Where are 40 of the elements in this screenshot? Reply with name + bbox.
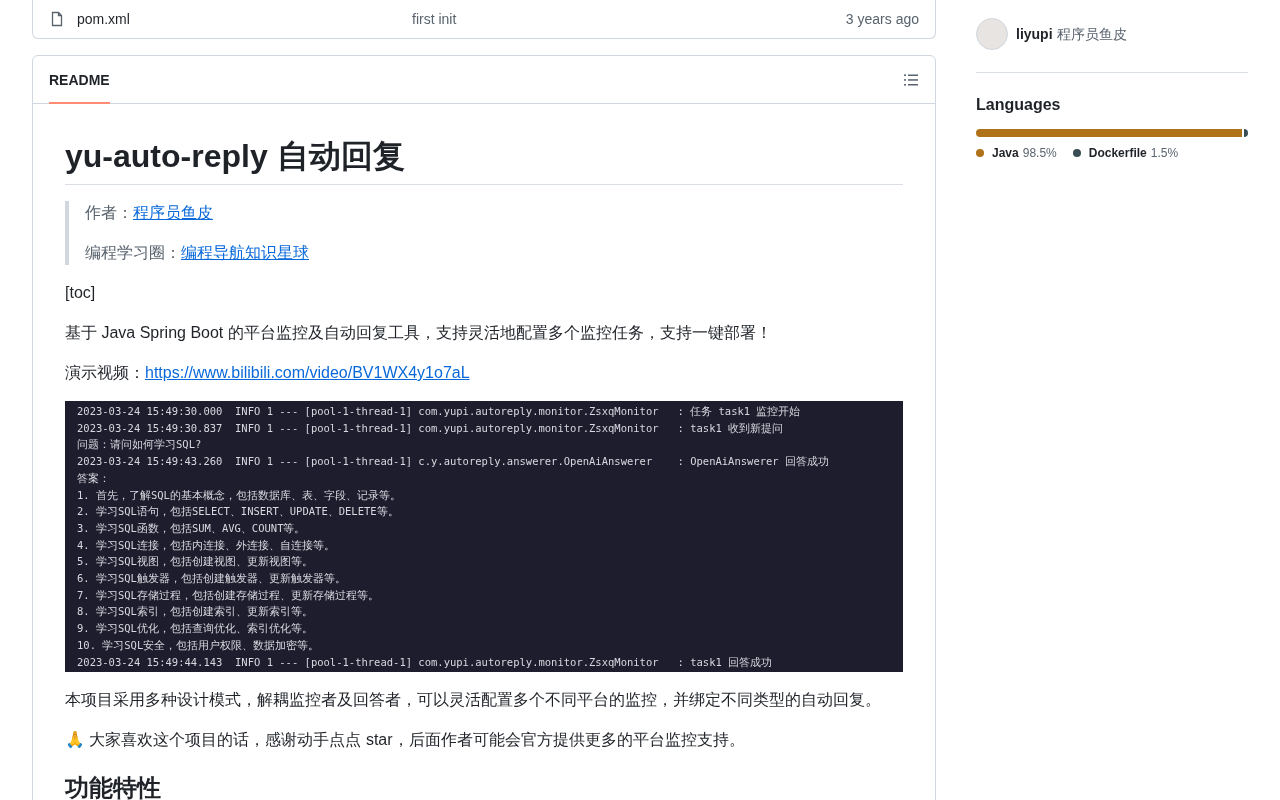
language-name[interactable]: Dockerfile xyxy=(1088,145,1147,161)
terminal-line: 2023-03-24 15:49:43.260 INFO 1 --- [pool-1-thread-1] c.y.autoreply.answerer.OpenAiAnswerer : OpenAiAnswerer 回答成功 xyxy=(77,454,830,470)
terminal-line: 答案： xyxy=(77,470,111,486)
terminal-line: 9. 学习SQL优化，包括查询优化、索引优化等。 xyxy=(77,621,314,637)
terminal-line: 5. 学习SQL视图，包括创建视图、更新视图等。 xyxy=(77,554,314,570)
toc-text: [toc] xyxy=(65,283,97,303)
terminal-line: 2023-03-24 15:49:30.000 INFO 1 --- [pool-1-thread-1] com.yupi.autoreply.monitor.ZsxqMonitor : 任务 task1 监控开始 xyxy=(77,404,802,419)
language-name[interactable]: Java xyxy=(992,145,1019,161)
quote-link[interactable]: 程序员鱼皮 xyxy=(133,201,213,225)
terminal-line: 10. 学习SQL安全，包括用户权限、数据加密等。 xyxy=(77,637,321,653)
terminal-line: 问题：请问如何学习SQL? xyxy=(77,437,203,453)
section-heading: 功能特性 xyxy=(65,773,162,800)
terminal-line: 3. 学习SQL函数，包括SUM、AVG、COUNT等。 xyxy=(77,520,307,536)
terminal-line: 7. 学习SQL存储过程，包括创建存储过程、更新存储过程等。 xyxy=(77,587,380,603)
terminal-line: 1. 首先，了解SQL的基本概念，包括数据库、表、字段、记录等。 xyxy=(77,487,402,503)
terminal-line: 2. 学习SQL语句，包括SELECT、INSERT、UPDATE、DELETE等。 xyxy=(77,504,400,520)
language-percent: 98.5% xyxy=(1022,145,1057,161)
terminal-line: 6. 学习SQL触发器，包括创建触发器、更新触发器等。 xyxy=(77,571,347,587)
file-icon xyxy=(49,11,65,27)
intro-text: 基于 Java Spring Boot 的平台监控及自动回复工具，支持灵活地配置多个监控任务，支持一键部署！ xyxy=(65,323,773,343)
readme-paragraph: 本项目采用多种设计模式，解耦监控者及回答者，可以灵活配置多个不同平台的监控，并绑定不同类型的自动回复。 xyxy=(65,690,882,711)
commit-message[interactable]: first init xyxy=(412,9,846,29)
languages-heading: Languages xyxy=(976,95,1062,115)
terminal-line: 2023-03-24 15:49:44.143 INFO 1 --- [pool-1-thread-1] com.yupi.autoreply.monitor.ZsxqMonitor : task1 回答成功 xyxy=(77,654,774,670)
contributor-login[interactable]: liyupi xyxy=(1016,24,1053,44)
quote-link[interactable]: 编程导航知识星球 xyxy=(181,241,309,265)
quote-label: 编程学习圈： xyxy=(85,243,181,263)
readme-title: yu-auto-reply 自动回复 xyxy=(65,136,903,185)
terminal-line: 4. 学习SQL连接，包括内连接、外连接、自连接等。 xyxy=(77,537,336,553)
contributor-name: 程序员鱼皮 xyxy=(1056,25,1127,44)
commit-time: 3 years ago xyxy=(845,10,919,29)
video-label: 演示视频： xyxy=(65,363,145,383)
language-percent: 1.5% xyxy=(1150,145,1179,161)
terminal-line: 8. 学习SQL索引，包括创建索引、更新索引等。 xyxy=(77,604,314,620)
readme-paragraph: 🙏 大家喜欢这个项目的话，感谢动手点点 star，后面作者可能会官方提供更多的平台监控支持。 xyxy=(65,730,746,751)
quote-label: 作者： xyxy=(85,203,133,223)
terminal-line: 2023-03-24 15:49:30.837 INFO 1 --- [pool-1-thread-1] com.yupi.autoreply.monitor.ZsxqMonitor : task1 收到新提问 xyxy=(77,420,785,436)
readme-tab[interactable]: README xyxy=(49,57,110,104)
video-link[interactable]: https://www.bilibili.com/video/BV1WX4y1o7aL xyxy=(145,361,470,385)
file-name[interactable]: pom.xml xyxy=(77,9,412,29)
